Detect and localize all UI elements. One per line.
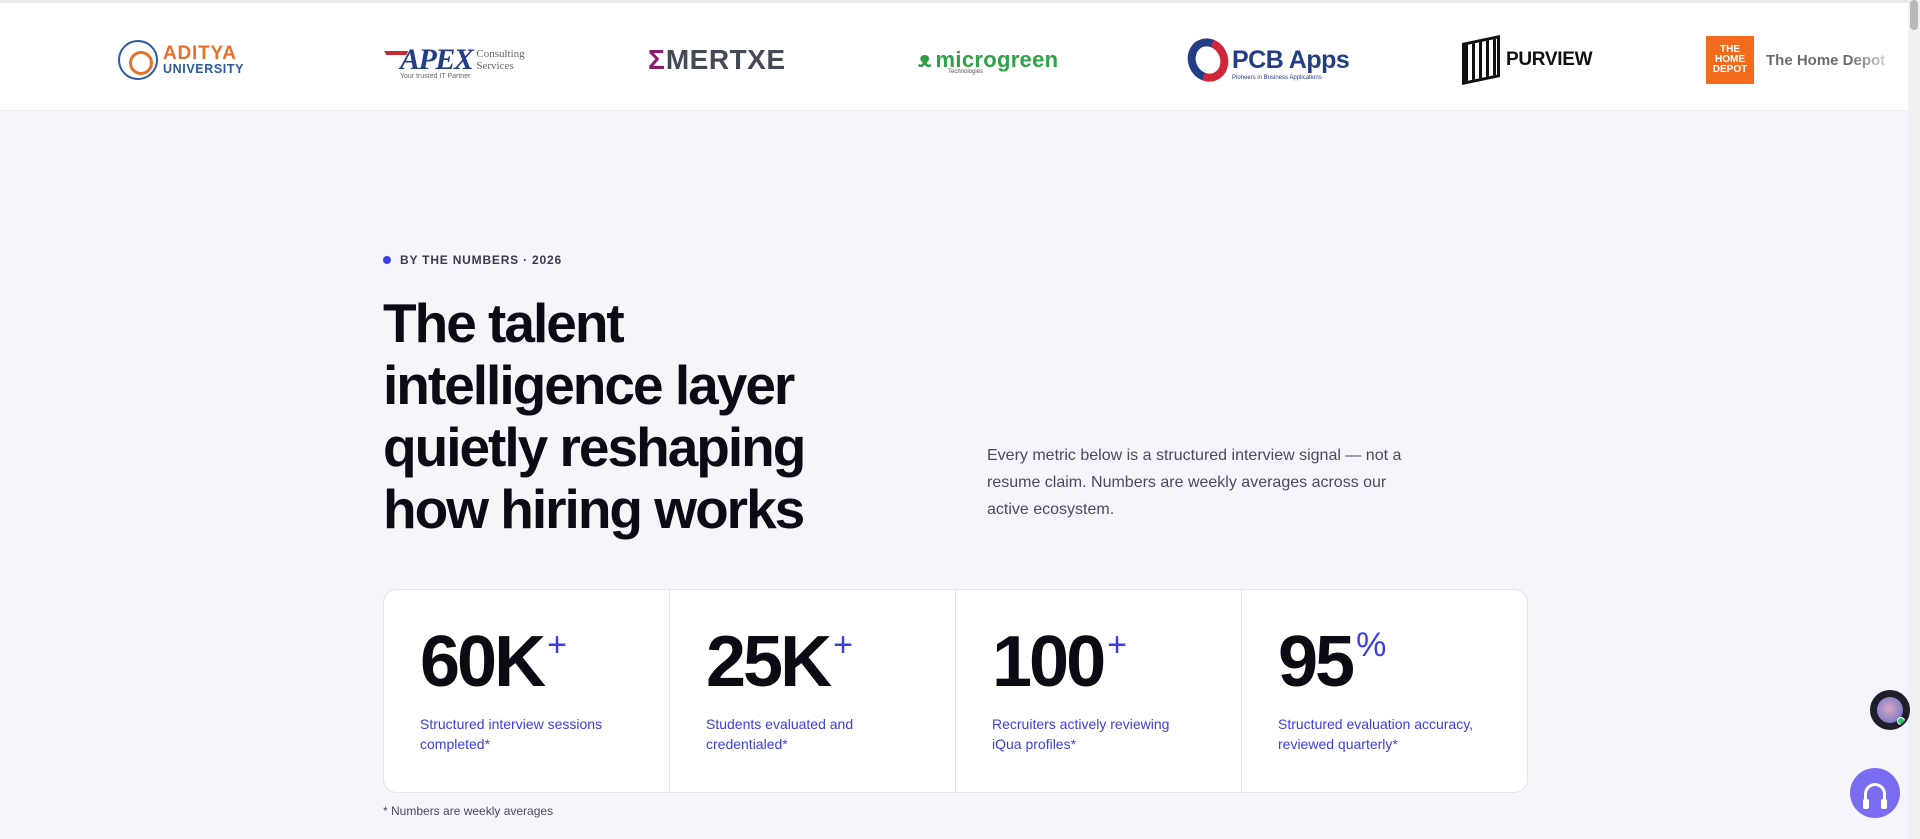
headline-line: quietly reshaping (383, 416, 806, 478)
apex-logo-side1: Consulting (476, 47, 525, 60)
client-logo-strip: ADITYA UNIVERSITY APEX Consulting Servic… (0, 0, 1908, 111)
microgreen-logo-sub: Technologies (948, 69, 984, 75)
pcb-logo-name: PCB Apps (1232, 45, 1350, 74)
headline-line: The talent (383, 292, 625, 354)
mertxe-logo: Σ MERTXE (648, 33, 786, 87)
stat-value: 60K (420, 622, 546, 702)
support-chat-button[interactable] (1850, 768, 1900, 818)
stat-value: 100 (992, 622, 1106, 702)
stat-recruiters: 100 + Recruiters actively reviewing iQua … (956, 590, 1242, 792)
apex-logo-side2: Services (476, 60, 514, 72)
stats-card: 60K + Structured interview sessions compl… (383, 589, 1528, 793)
pcb-apps-logo: PCB Apps Pioneers in Business Applicatio… (1180, 31, 1350, 89)
stat-suffix: + (547, 626, 567, 664)
stats-footnote: * Numbers are weekly averages (383, 804, 554, 818)
home-depot-logo: THE HOME DEPOT The Home Depot (1706, 33, 1885, 87)
stat-evaluation-accuracy: 95% Structured evaluation accuracy, revi… (1242, 590, 1527, 792)
section-eyebrow: BY THE NUMBERS · 2026 (383, 253, 562, 267)
aditya-logo-line2: UNIVERSITY (163, 62, 245, 77)
headline-line: intelligence layer (383, 354, 795, 416)
stat-value: 95 (1278, 622, 1355, 702)
section-intro: Every metric below is a structured inter… (987, 447, 1402, 518)
microgreen-logo: ᴥ microgreen Technologies (918, 33, 1058, 87)
stat-students-evaluated: 25K + Students evaluated and credentialed… (670, 590, 956, 792)
apex-logo-tagline: Your trusted IT Partner (400, 73, 471, 80)
eyebrow-dot-icon (383, 256, 391, 264)
stat-label: Recruiters actively reviewing iQua profi… (992, 716, 1170, 752)
aditya-logo-line1: ADITYA (163, 43, 237, 65)
stat-label: Structured interview sessions completed* (420, 716, 603, 752)
stat-label: Students evaluated and credentialed* (706, 716, 854, 752)
eyebrow-label: BY THE NUMBERS · 2026 (400, 253, 562, 267)
purview-logo: PURVIEW (1462, 33, 1593, 87)
pcb-swirl-icon (1180, 31, 1236, 89)
purview-mark-icon (1462, 34, 1500, 86)
stat-label: Structured evaluation accuracy, reviewed… (1278, 716, 1474, 752)
home-depot-badge-icon: THE HOME DEPOT (1706, 36, 1754, 84)
mertxe-mark-icon: Σ (648, 44, 665, 75)
stat-suffix: % (1356, 626, 1387, 664)
apex-logo: APEX Consulting Services Your trusted IT… (375, 33, 525, 87)
headline-line: how hiring works (383, 478, 805, 540)
page-scrollbar[interactable] (1908, 0, 1920, 839)
mertxe-logo-name: MERTXE (665, 44, 786, 75)
apex-logo-name: APEX (400, 43, 474, 76)
aditya-seal-icon (118, 40, 158, 80)
online-status-dot (1897, 717, 1905, 725)
purview-logo-name: PURVIEW (1506, 49, 1593, 70)
aditya-university-logo: ADITYA UNIVERSITY (118, 33, 244, 87)
assistant-avatar-button[interactable] (1870, 690, 1910, 730)
headset-icon (1863, 783, 1887, 809)
scrollbar-thumb[interactable] (1910, 0, 1918, 30)
home-depot-logo-name: The Home Depot (1766, 51, 1886, 69)
microgreen-people-icon: ᴥ (918, 47, 932, 72)
stat-suffix: + (833, 626, 853, 664)
pcb-logo-sub: Pioneers in Business Applications (1232, 75, 1322, 81)
stat-value: 25K (706, 622, 832, 702)
section-headline: The talent intelligence layer quietly re… (383, 292, 903, 540)
stat-suffix: + (1107, 626, 1127, 664)
stat-interview-sessions: 60K + Structured interview sessions compl… (384, 590, 670, 792)
